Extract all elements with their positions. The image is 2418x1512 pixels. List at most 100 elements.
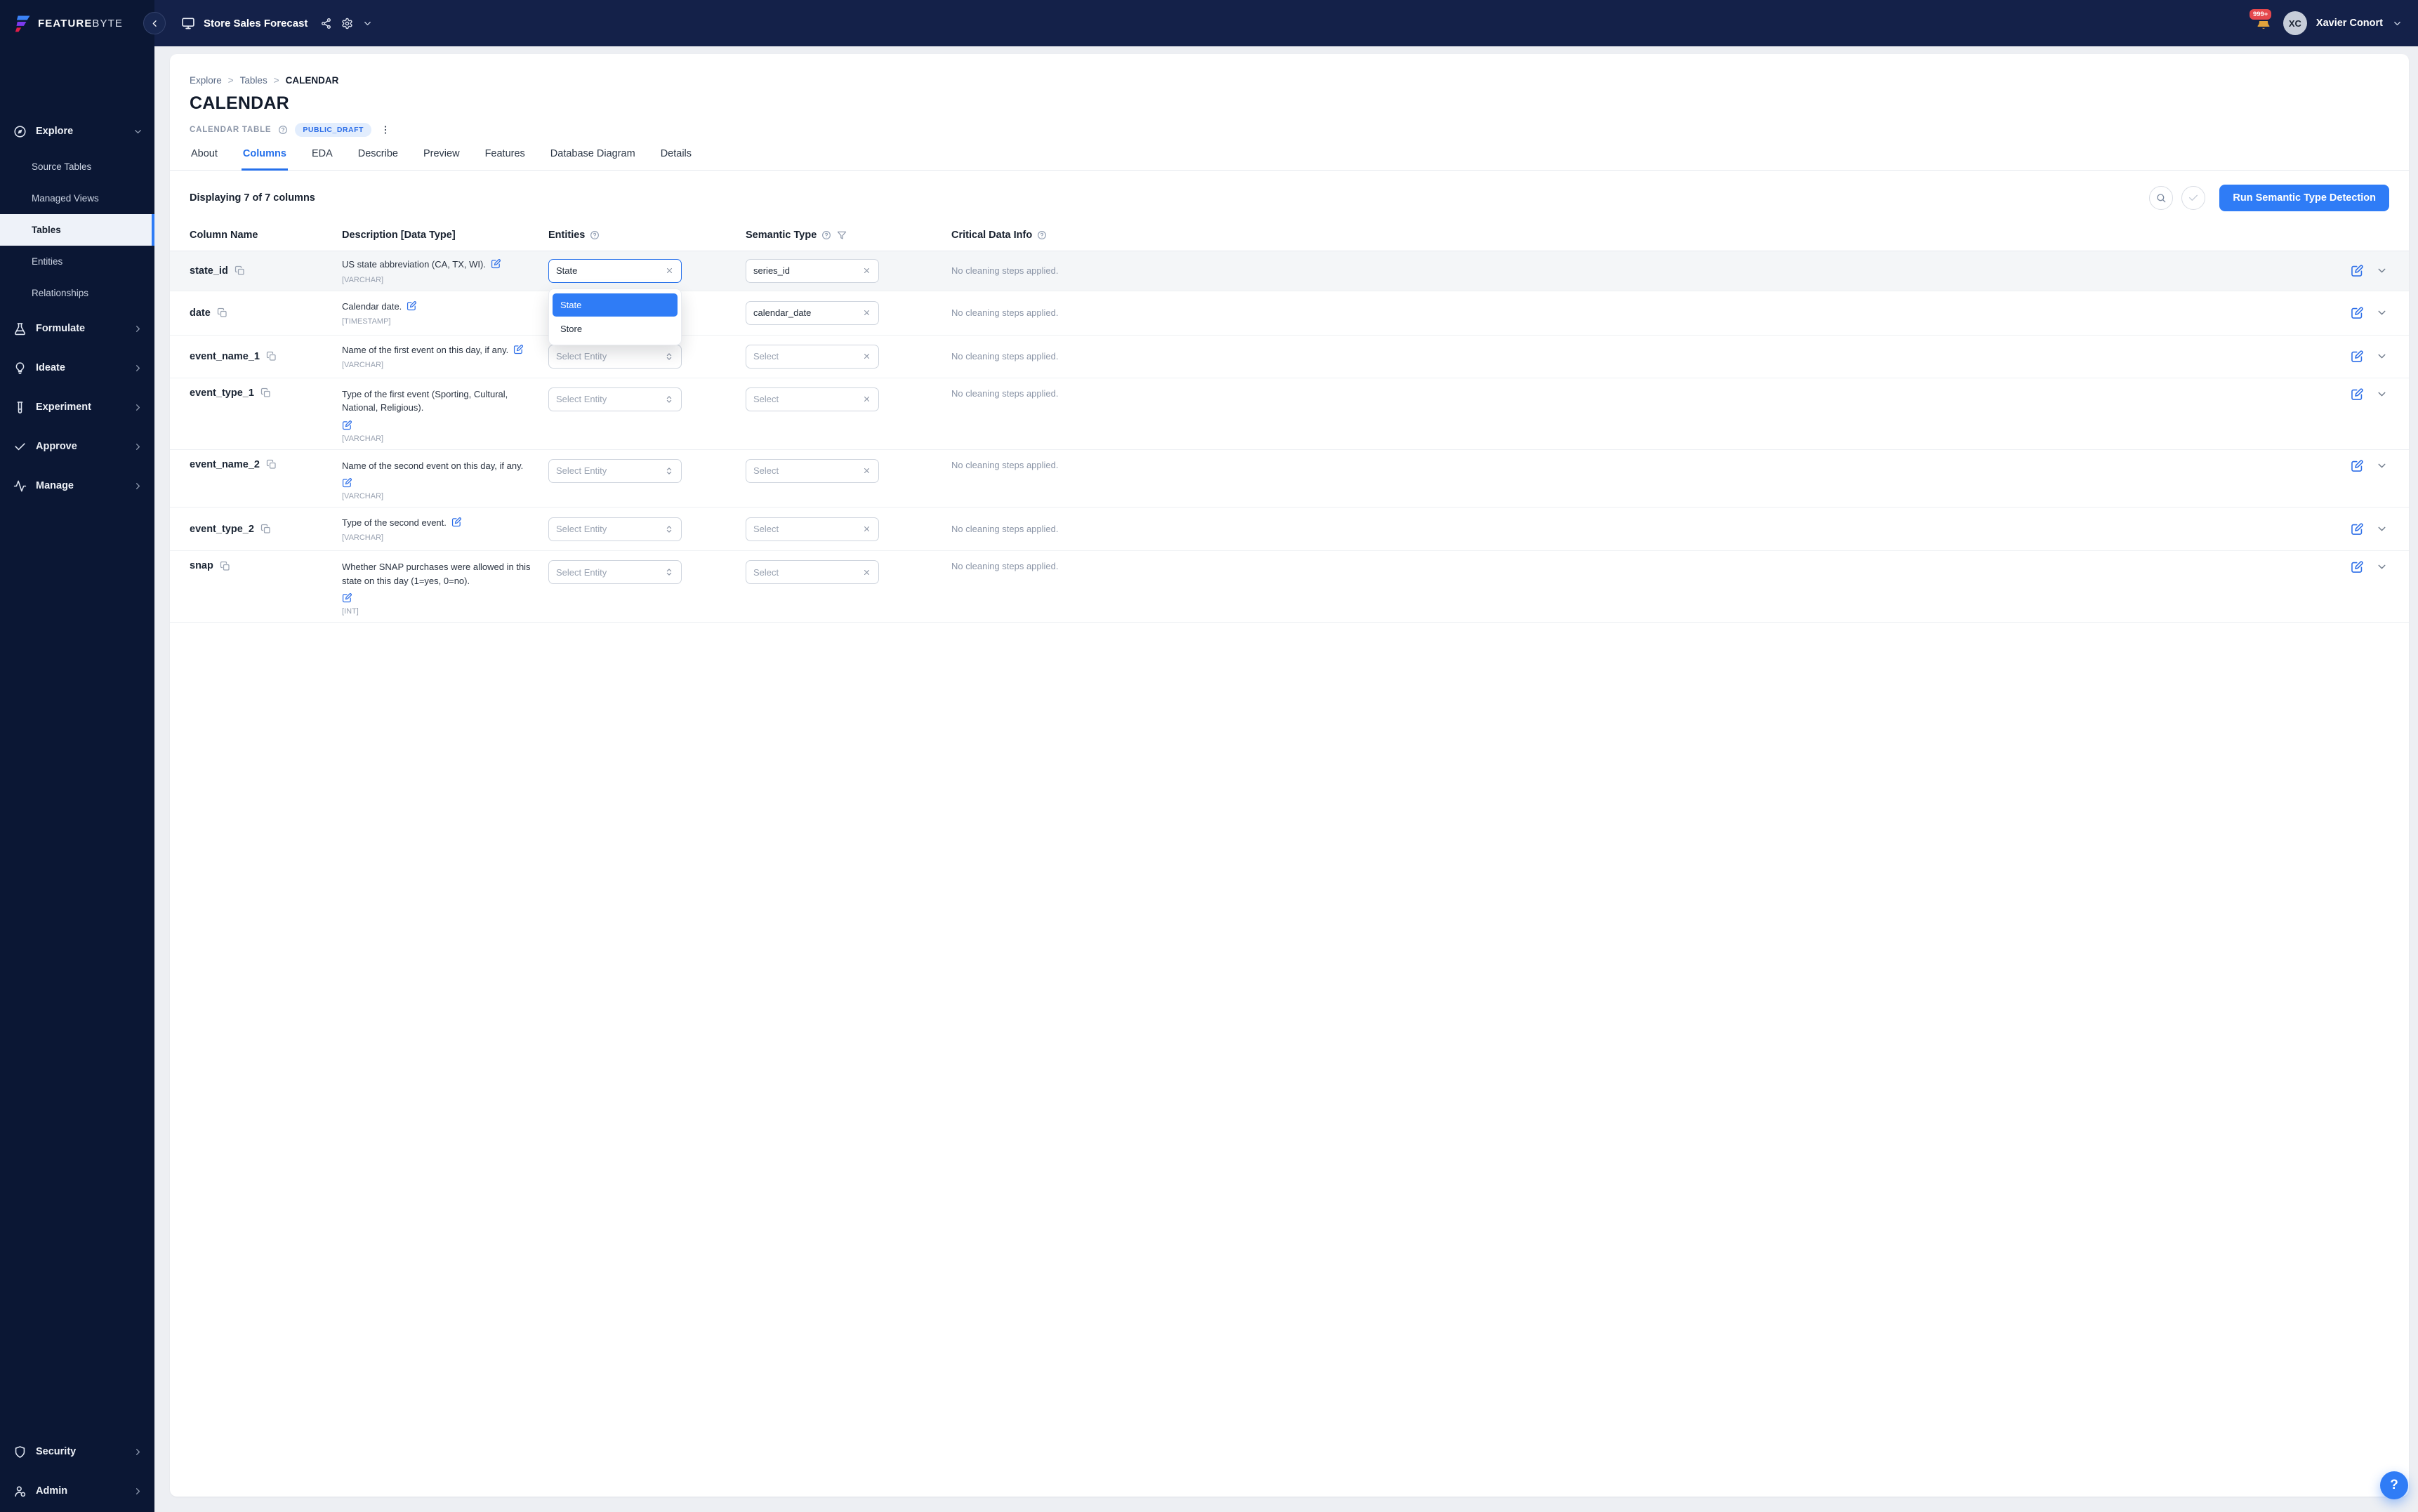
semantic-type-select-snap[interactable]: Select xyxy=(746,560,879,584)
entity-select-state_id[interactable]: State xyxy=(548,259,682,283)
avatar[interactable]: XC xyxy=(2283,11,2307,35)
expand-row-icon[interactable] xyxy=(2376,523,2388,535)
edit-description-icon[interactable] xyxy=(451,517,462,527)
tab-features[interactable]: Features xyxy=(484,148,527,171)
sidebar-item-explore[interactable]: Explore xyxy=(0,112,154,151)
tab-eda[interactable]: EDA xyxy=(310,148,334,171)
expand-row-icon[interactable] xyxy=(2376,460,2388,472)
run-semantic-type-detection-button[interactable]: Run Semantic Type Detection xyxy=(2219,185,2389,211)
kebab-menu-icon[interactable] xyxy=(380,124,391,135)
edit-description-icon[interactable] xyxy=(342,592,352,603)
entity-select-event_name_1[interactable]: Select Entity xyxy=(548,345,682,369)
notifications-bell[interactable]: 999+ xyxy=(2256,15,2271,31)
clear-semantic-type-icon[interactable] xyxy=(862,466,871,475)
confirm-button[interactable] xyxy=(2181,186,2205,210)
entity-option-store[interactable]: Store xyxy=(553,317,678,340)
tab-preview[interactable]: Preview xyxy=(422,148,461,171)
chevron-down-icon[interactable] xyxy=(362,18,373,29)
breadcrumb-tables[interactable]: Tables xyxy=(240,75,267,86)
copy-icon[interactable] xyxy=(220,561,230,571)
sidebar-item-ideate[interactable]: Ideate xyxy=(0,348,154,387)
edit-description-icon[interactable] xyxy=(513,344,524,354)
sidebar-item-label: Explore xyxy=(36,126,73,137)
copy-icon[interactable] xyxy=(217,307,227,318)
sidebar-item-formulate[interactable]: Formulate xyxy=(0,309,154,348)
edit-description-icon[interactable] xyxy=(342,420,352,430)
sidebar-item-manage[interactable]: Manage xyxy=(0,466,154,505)
breadcrumb-explore[interactable]: Explore xyxy=(190,75,222,86)
filter-icon[interactable] xyxy=(837,230,847,240)
copy-icon[interactable] xyxy=(260,387,271,398)
sidebar-item-source-tables[interactable]: Source Tables xyxy=(0,151,154,183)
expand-row-icon[interactable] xyxy=(2376,561,2388,573)
entity-select-event_type_2[interactable]: Select Entity xyxy=(548,517,682,541)
semantic-type-placeholder: Select xyxy=(753,524,857,534)
clear-semantic-type-icon[interactable] xyxy=(862,308,871,317)
edit-description-icon[interactable] xyxy=(491,258,501,269)
copy-icon[interactable] xyxy=(266,459,277,470)
tab-columns[interactable]: Columns xyxy=(242,148,288,171)
edit-column-icon[interactable] xyxy=(2351,560,2364,573)
search-button[interactable] xyxy=(2149,186,2173,210)
expand-row-icon[interactable] xyxy=(2376,307,2388,319)
admin-user-icon xyxy=(13,1485,27,1498)
column-description: Name of the first event on this day, if … xyxy=(342,343,533,357)
sidebar-item-experiment[interactable]: Experiment xyxy=(0,387,154,427)
clear-semantic-type-icon[interactable] xyxy=(862,524,871,533)
help-icon[interactable] xyxy=(590,230,600,240)
edit-column-icon[interactable] xyxy=(2351,350,2364,363)
sidebar-item-managed-views[interactable]: Managed Views xyxy=(0,183,154,214)
copy-icon[interactable] xyxy=(234,265,245,276)
expand-row-icon[interactable] xyxy=(2376,350,2388,362)
semantic-type-select-event_type_1[interactable]: Select xyxy=(746,387,879,411)
entity-select-event_name_2[interactable]: Select Entity xyxy=(548,459,682,483)
help-icon[interactable] xyxy=(1037,230,1047,240)
clear-entity-icon[interactable] xyxy=(665,266,674,275)
edit-column-icon[interactable] xyxy=(2351,306,2364,319)
tab-describe[interactable]: Describe xyxy=(357,148,399,171)
chevron-down-icon[interactable] xyxy=(2392,18,2403,29)
sidebar-item-relationships[interactable]: Relationships xyxy=(0,277,154,309)
sidebar-item-security[interactable]: Security xyxy=(0,1432,154,1471)
clear-semantic-type-icon[interactable] xyxy=(862,352,871,361)
copy-icon[interactable] xyxy=(260,524,271,534)
sidebar-item-approve[interactable]: Approve xyxy=(0,427,154,466)
edit-column-icon[interactable] xyxy=(2351,522,2364,536)
columns-toolbar: Displaying 7 of 7 columns Run Semantic T… xyxy=(170,171,2409,220)
column-description: Whether SNAP purchases were allowed in t… xyxy=(342,560,533,603)
check-icon xyxy=(2188,192,2199,204)
edit-column-icon[interactable] xyxy=(2351,459,2364,472)
tab-about[interactable]: About xyxy=(190,148,219,171)
semantic-type-select-event_name_2[interactable]: Select xyxy=(746,459,879,483)
semantic-type-select-date[interactable]: calendar_date xyxy=(746,301,879,325)
semantic-type-select-event_type_2[interactable]: Select xyxy=(746,517,879,541)
sidebar-item-tables[interactable]: Tables xyxy=(0,214,154,246)
semantic-type-select-state_id[interactable]: series_id xyxy=(746,259,879,283)
clear-semantic-type-icon[interactable] xyxy=(862,394,871,404)
semantic-type-select-event_name_1[interactable]: Select xyxy=(746,345,879,369)
entity-select-snap[interactable]: Select Entity xyxy=(548,560,682,584)
gear-icon[interactable] xyxy=(341,18,353,29)
tab-details[interactable]: Details xyxy=(659,148,693,171)
sidebar-item-admin[interactable]: Admin xyxy=(0,1471,154,1511)
copy-icon[interactable] xyxy=(266,351,277,362)
clear-semantic-type-icon[interactable] xyxy=(862,568,871,577)
tab-database-diagram[interactable]: Database Diagram xyxy=(549,148,637,171)
shield-icon xyxy=(13,1445,27,1459)
edit-description-icon[interactable] xyxy=(407,300,417,311)
expand-row-icon[interactable] xyxy=(2376,388,2388,400)
share-icon[interactable] xyxy=(320,18,332,29)
user-name: Xavier Conort xyxy=(2316,18,2383,29)
help-icon[interactable] xyxy=(278,125,288,135)
collapse-sidebar-button[interactable] xyxy=(143,12,166,34)
sidebar-item-entities[interactable]: Entities xyxy=(0,246,154,277)
entity-select-event_type_1[interactable]: Select Entity xyxy=(548,387,682,411)
edit-description-icon[interactable] xyxy=(342,477,352,488)
clear-semantic-type-icon[interactable] xyxy=(862,266,871,275)
edit-column-icon[interactable] xyxy=(2351,387,2364,401)
help-fab-button[interactable]: ? xyxy=(2380,1471,2408,1499)
expand-row-icon[interactable] xyxy=(2376,265,2388,277)
entity-option-state[interactable]: State xyxy=(553,293,678,317)
edit-column-icon[interactable] xyxy=(2351,264,2364,277)
help-icon[interactable] xyxy=(821,230,831,240)
